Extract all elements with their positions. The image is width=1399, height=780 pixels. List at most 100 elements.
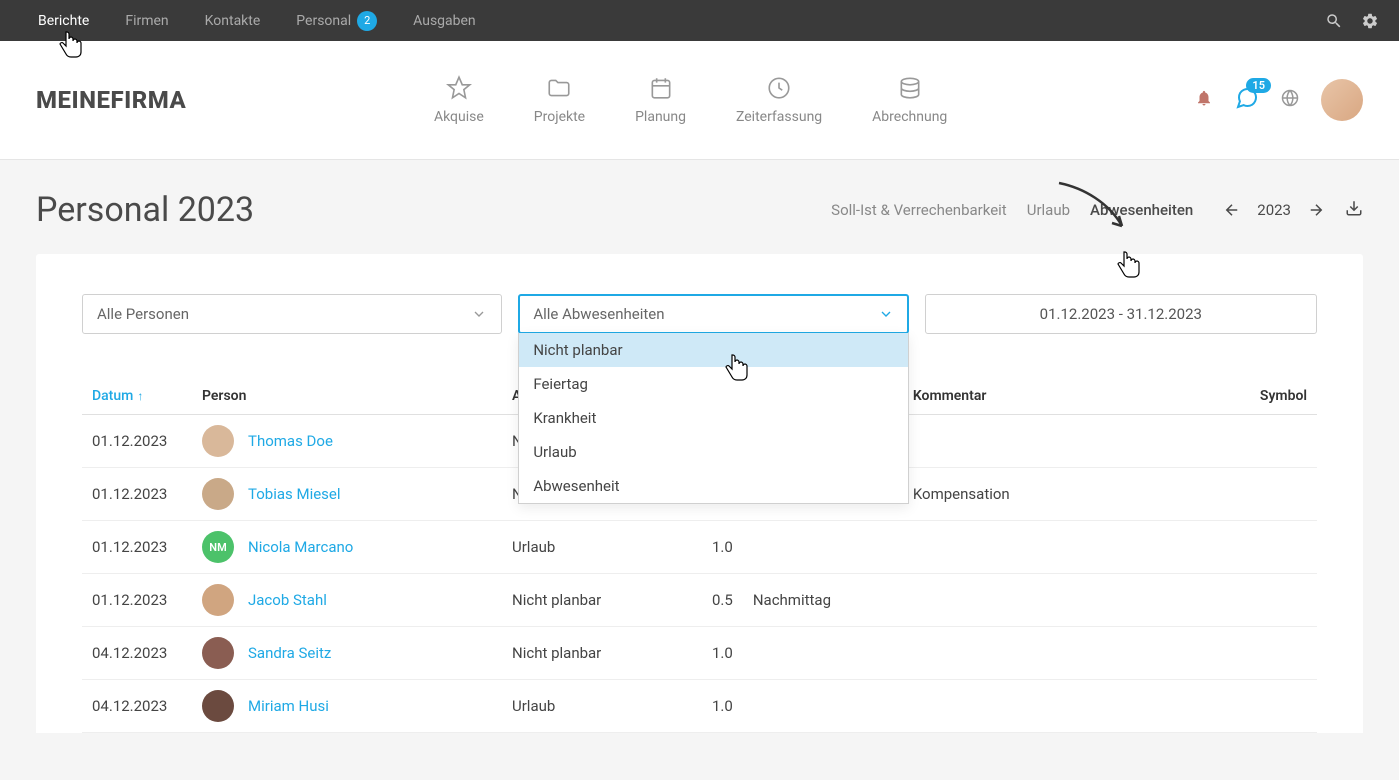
cell-date: 04.12.2023 (82, 680, 192, 733)
cell-comment (903, 680, 1237, 733)
person-link[interactable]: Tobias Miesel (248, 485, 341, 503)
tab-abwesenheiten[interactable]: Abwesenheiten (1090, 201, 1193, 219)
cell-days: 1.0 (702, 521, 743, 574)
nav-label: Personal (296, 13, 351, 29)
person-avatar (202, 637, 234, 669)
cell-days: 1.0 (702, 680, 743, 733)
nav-label: Projekte (534, 109, 585, 125)
dropdown-item[interactable]: Abwesenheit (519, 469, 907, 503)
chevron-down-icon (471, 306, 487, 322)
cell-days: 1.0 (702, 627, 743, 680)
cell-comment (903, 574, 1237, 627)
cell-person: Sandra Seitz (192, 627, 502, 680)
nav-personal[interactable]: Personal 2 (278, 11, 395, 31)
filter-person[interactable]: Alle Personen (82, 294, 502, 334)
chat-badge: 15 (1246, 78, 1271, 93)
cell-date: 01.12.2023 (82, 415, 192, 468)
person-link[interactable]: Jacob Stahl (248, 591, 327, 609)
filter-absence-value: Alle Abwesenheiten (533, 305, 664, 323)
bell-icon[interactable] (1195, 89, 1213, 111)
nav-ausgaben[interactable]: Ausgaben (395, 11, 494, 31)
header-nav: Akquise Projekte Planung Zeiterfassung A… (434, 75, 947, 125)
nav-label: Akquise (434, 109, 484, 125)
cell-symbol (1237, 468, 1317, 521)
cell-person: NM Nicola Marcano (192, 521, 502, 574)
cell-person: Thomas Doe (192, 415, 502, 468)
top-nav-right (1325, 12, 1379, 30)
table-row[interactable]: 04.12.2023 Sandra Seitz Nicht planbar 1.… (82, 627, 1317, 680)
absence-dropdown: Nicht planbar Feiertag Krankheit Urlaub … (518, 333, 908, 504)
cell-date: 01.12.2023 (82, 521, 192, 574)
nav-label: Planung (635, 109, 686, 125)
arrow-left-icon[interactable] (1223, 201, 1241, 219)
cell-comment (903, 627, 1237, 680)
table-row[interactable]: 04.12.2023 Miriam Husi Urlaub 1.0 (82, 680, 1317, 733)
download-icon[interactable] (1345, 199, 1363, 221)
person-link[interactable]: Nicola Marcano (248, 538, 353, 556)
header: MEINEFIRMA Akquise Projekte Planung Zeit… (0, 41, 1399, 160)
col-symbol[interactable]: Symbol (1237, 380, 1317, 415)
dropdown-item[interactable]: Nicht planbar (519, 333, 907, 367)
filter-daterange[interactable]: 01.12.2023 - 31.12.2023 (925, 294, 1317, 334)
year-value: 2023 (1257, 201, 1291, 219)
dropdown-item[interactable]: Urlaub (519, 435, 907, 469)
nav-label: Ausgaben (413, 13, 476, 29)
nav-planung[interactable]: Planung (635, 75, 686, 125)
nav-akquise[interactable]: Akquise (434, 75, 484, 125)
folder-icon (546, 75, 572, 101)
nav-projekte[interactable]: Projekte (534, 75, 585, 125)
nav-firmen[interactable]: Firmen (107, 11, 186, 31)
table-row[interactable]: 01.12.2023 NM Nicola Marcano Urlaub 1.0 (82, 521, 1317, 574)
daterange-value: 01.12.2023 - 31.12.2023 (1040, 305, 1202, 323)
star-icon (446, 75, 472, 101)
cell-date: 01.12.2023 (82, 574, 192, 627)
nav-label: Zeiterfassung (736, 109, 822, 125)
dropdown-item[interactable]: Krankheit (519, 401, 907, 435)
nav-abrechnung[interactable]: Abrechnung (872, 75, 947, 125)
nav-label: Firmen (125, 13, 168, 29)
cell-comment (903, 521, 1237, 574)
gear-icon[interactable] (1361, 12, 1379, 30)
cell-person: Tobias Miesel (192, 468, 502, 521)
page-tabs: Soll-Ist & Verrechenbarkeit Urlaub Abwes… (831, 199, 1363, 221)
sort-asc-icon: ↑ (137, 389, 143, 403)
filters: Alle Personen Alle Abwesenheiten Nicht p… (82, 294, 1317, 334)
arrow-right-icon[interactable] (1307, 201, 1325, 219)
cell-comment: Kompensation (903, 468, 1237, 521)
col-date[interactable]: Datum↑ (82, 380, 192, 415)
person-link[interactable]: Miriam Husi (248, 697, 329, 715)
top-nav: Berichte Firmen Kontakte Personal 2 Ausg… (0, 0, 1399, 41)
cell-symbol (1237, 627, 1317, 680)
cell-time (743, 680, 903, 733)
person-link[interactable]: Thomas Doe (248, 432, 333, 450)
col-comment[interactable]: Kommentar (903, 380, 1237, 415)
cell-symbol (1237, 521, 1317, 574)
search-icon[interactable] (1325, 12, 1343, 30)
chevron-down-icon (878, 306, 894, 322)
cell-symbol (1237, 574, 1317, 627)
user-avatar[interactable] (1321, 79, 1363, 121)
globe-icon[interactable] (1281, 89, 1299, 111)
chat-icon[interactable]: 15 (1235, 86, 1259, 114)
cell-absence: Urlaub (502, 521, 702, 574)
person-avatar (202, 584, 234, 616)
cell-date: 04.12.2023 (82, 627, 192, 680)
clock-icon (766, 75, 792, 101)
person-avatar (202, 425, 234, 457)
col-person[interactable]: Person (192, 380, 502, 415)
nav-kontakte[interactable]: Kontakte (187, 11, 279, 31)
cell-person: Jacob Stahl (192, 574, 502, 627)
filter-person-value: Alle Personen (97, 305, 189, 323)
top-nav-left: Berichte Firmen Kontakte Personal 2 Ausg… (20, 11, 494, 31)
person-link[interactable]: Sandra Seitz (248, 644, 331, 662)
panel: Alle Personen Alle Abwesenheiten Nicht p… (36, 254, 1363, 733)
table-row[interactable]: 01.12.2023 Jacob Stahl Nicht planbar 0.5… (82, 574, 1317, 627)
nav-berichte[interactable]: Berichte (20, 11, 107, 31)
tab-urlaub[interactable]: Urlaub (1027, 201, 1070, 219)
filter-absence[interactable]: Alle Abwesenheiten (518, 294, 908, 334)
tab-soll-ist[interactable]: Soll-Ist & Verrechenbarkeit (831, 201, 1007, 219)
page: Personal 2023 Soll-Ist & Verrechenbarkei… (0, 160, 1399, 763)
dropdown-item[interactable]: Feiertag (519, 367, 907, 401)
nav-zeiterfassung[interactable]: Zeiterfassung (736, 75, 822, 125)
person-avatar: NM (202, 531, 234, 563)
